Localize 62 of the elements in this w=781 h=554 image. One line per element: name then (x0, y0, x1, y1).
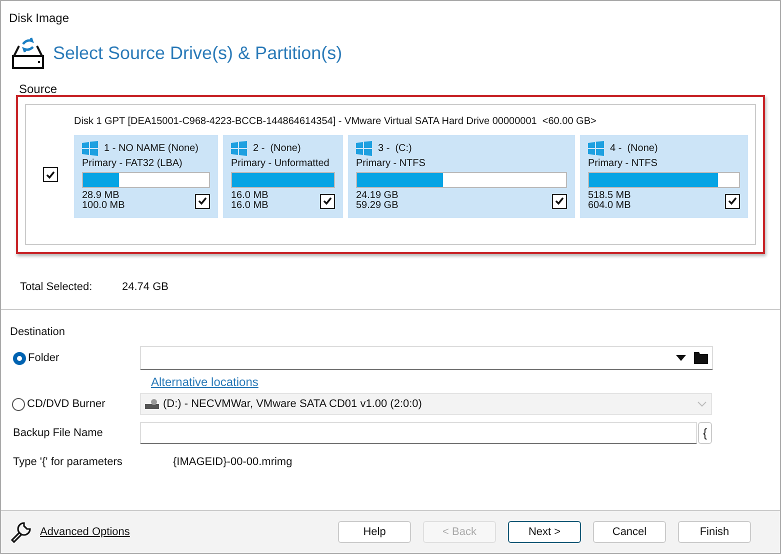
dialog-button[interactable]: Cancel (593, 521, 666, 543)
disk-title: Disk 1 GPT [DEA15001-C968-4223-BCCB-144864614354] - VMware Virtual SATA Hard Drive 00000001 <60.00 GB> (74, 115, 598, 128)
backup-file-name-label: Backup File Name (12, 426, 104, 441)
partition-type: Primary - Unformatted (231, 157, 330, 169)
windows-logo-icon (231, 141, 247, 156)
radio-option[interactable]: Folder (1, 350, 140, 366)
dialog-button[interactable]: Next > (508, 521, 581, 543)
partition-name: 1 - NO NAME (None) (104, 142, 198, 156)
windows-logo-icon (588, 141, 604, 156)
partition-checkbox[interactable] (725, 194, 740, 208)
total-size: 100.0 MB (82, 201, 125, 211)
total-size: 604.0 MB (588, 201, 631, 211)
used-size: 16.0 MB (231, 191, 268, 201)
dropdown-arrow-icon (676, 355, 686, 361)
partition-name: 4 - (None) (610, 142, 658, 156)
partition-name: 2 - (None) (253, 142, 301, 156)
checkmark-icon (46, 170, 54, 178)
disk-checkbox[interactable] (42, 167, 58, 182)
partition-card[interactable]: 1 - NO NAME (None) Primary - FAT32 (LBA) 28.9 MB 100.0 MB (74, 135, 218, 218)
parameter-button[interactable]: { (698, 422, 712, 444)
section-label: Destination (9, 324, 66, 340)
wrench-icon (10, 521, 32, 543)
dialog-button[interactable]: Finish (678, 521, 751, 543)
disc-drive-icon (145, 399, 159, 409)
used-size: 28.9 MB (82, 191, 120, 201)
file-name-preview: {IMAGEID}-00-00.mrimg (173, 455, 292, 470)
alternative-locations-link[interactable]: Alternative locations (151, 373, 258, 391)
partition-name: 3 - (C:) (378, 142, 412, 156)
partition-type: Primary - NTFS (588, 157, 658, 169)
partition-type: Primary - FAT32 (LBA) (82, 157, 184, 169)
advanced-options-link[interactable]: Advanced Options (40, 524, 130, 540)
windows-logo-icon (82, 141, 98, 156)
chevron-down-icon (697, 401, 707, 407)
used-size: 518.5 MB (588, 191, 631, 201)
radio-option[interactable]: CD/DVD Burner (1, 396, 140, 412)
used-size: 24.19 GB (356, 191, 398, 201)
folder-icon[interactable] (694, 352, 708, 364)
partition-checkbox[interactable] (320, 194, 335, 208)
partition-card[interactable]: 2 - (None) Primary - Unformatted 16.0 MB 16.0 MB (223, 135, 343, 218)
partition-card[interactable]: 3 - (C:) Primary - NTFS 24.19 GB 59.29 GB (348, 135, 575, 218)
window-title: Disk Image (8, 10, 70, 27)
total-selected-value: 24.74 GB (122, 280, 168, 295)
folder-dropdown[interactable] (140, 346, 713, 370)
total-size: 16.0 MB (231, 201, 268, 211)
checkmark-icon (198, 197, 207, 205)
partition-card[interactable]: 4 - (None) Primary - NTFS 518.5 MB 604.0 MB (580, 135, 748, 218)
total-size: 59.29 GB (356, 201, 398, 211)
section-label: Source (18, 83, 58, 95)
checkmark-icon (728, 197, 737, 205)
burner-value: (D:) - NECVMWar, VMware SATA CD01 v1.00 (2:0:0) (163, 396, 423, 412)
drive-sync-icon (11, 36, 45, 70)
partition-checkbox[interactable] (195, 194, 210, 208)
backup-file-name-field[interactable] (140, 422, 697, 444)
dialog-button[interactable]: Help (338, 521, 411, 543)
partition-checkbox[interactable] (552, 194, 567, 208)
windows-logo-icon (356, 141, 372, 156)
parameters-hint: Type '{' for parameters (12, 455, 124, 470)
partition-type: Primary - NTFS (356, 157, 426, 169)
total-selected-label: Total Selected: (20, 280, 94, 295)
checkmark-icon (323, 197, 332, 205)
page-heading: Select Source Drive(s) & Partition(s) (53, 42, 342, 65)
checkmark-icon (555, 197, 564, 205)
